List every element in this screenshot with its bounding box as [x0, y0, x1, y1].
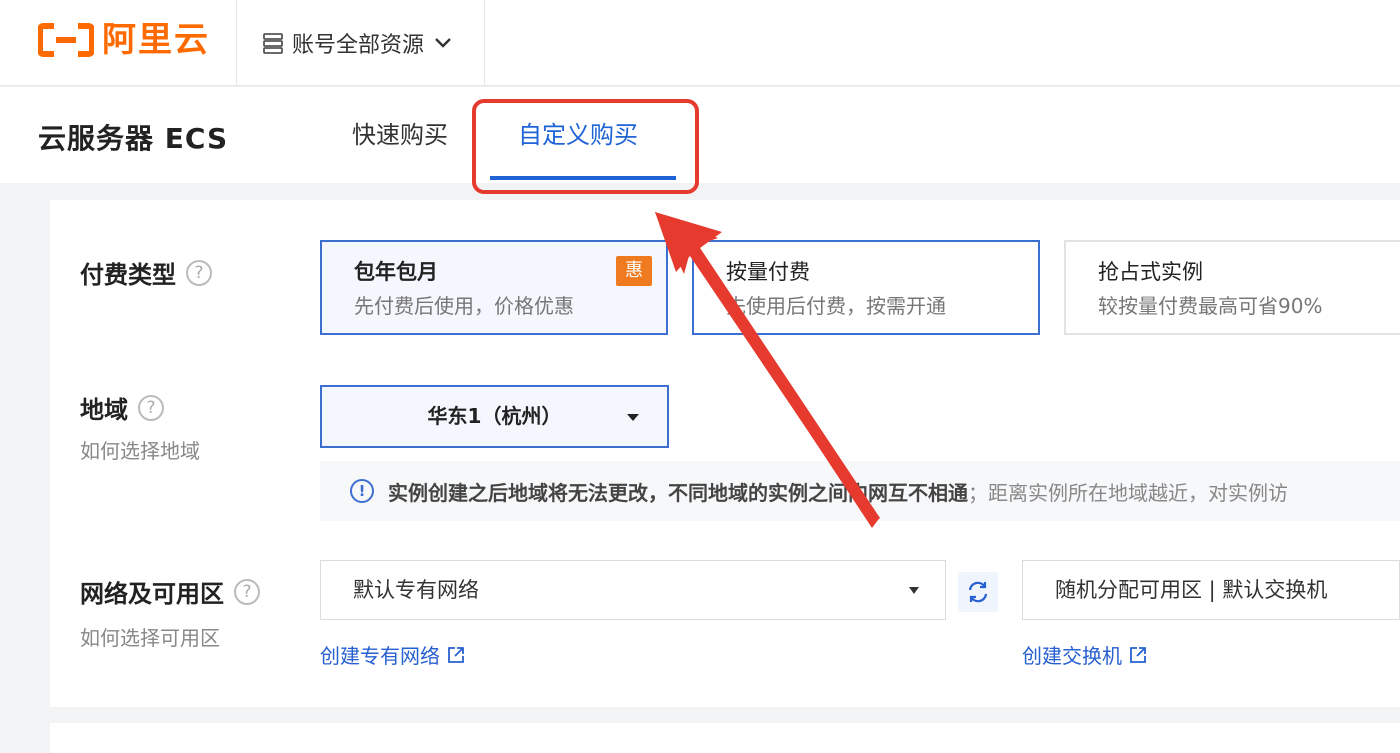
caret-down-icon: [627, 414, 639, 421]
top-bar: 阿里云 账号全部资源: [0, 0, 1400, 86]
region-help-link[interactable]: 如何选择地域: [80, 435, 200, 464]
billing-option-desc: 先使用后付费，按需开通: [726, 294, 946, 318]
create-vpc-text: 创建专有网络: [320, 644, 440, 668]
page-title: 云服务器 ECS: [38, 122, 229, 155]
aliyun-logo[interactable]: 阿里云: [38, 20, 210, 60]
account-resource-switcher[interactable]: 账号全部资源: [262, 28, 460, 58]
region-select[interactable]: 华东1（杭州）: [320, 385, 669, 448]
aliyun-logo-icon: [38, 23, 94, 57]
zone-help-link[interactable]: 如何选择可用区: [80, 622, 220, 651]
vpc-selected-value: 默认专有网络: [353, 578, 479, 602]
billing-option-pay-as-you-go[interactable]: 按量付费 先使用后付费，按需开通: [692, 240, 1040, 335]
zone-selected-value: 随机分配可用区 | 默认交换机: [1055, 578, 1328, 602]
region-label: 地域 ?: [80, 390, 164, 425]
help-icon[interactable]: ?: [234, 578, 260, 605]
config-panel: 付费类型 ? 包年包月 先付费后使用，价格优惠 惠 按量付费 先使用后付费，按需…: [50, 200, 1400, 707]
product-header: 云服务器 ECS 快速购买 自定义购买: [0, 87, 1400, 183]
caret-down-icon: [909, 587, 919, 594]
create-vpc-link[interactable]: 创建专有网络: [320, 640, 466, 669]
external-link-icon: [1130, 646, 1146, 663]
tab-quick-buy[interactable]: 快速购买: [352, 119, 448, 151]
billing-option-title: 按量付费: [726, 260, 810, 284]
create-switch-link[interactable]: 创建交换机: [1022, 640, 1148, 669]
account-scope-label: 账号全部资源: [292, 33, 425, 58]
billing-option-title: 抢占式实例: [1098, 260, 1203, 284]
vpc-select[interactable]: 默认专有网络: [320, 560, 946, 620]
chevron-down-icon: [435, 38, 451, 48]
billing-option-spot[interactable]: 抢占式实例 较按量付费最高可省90%: [1064, 240, 1400, 335]
billing-option-desc: 先付费后使用，价格优惠: [354, 294, 574, 318]
help-icon[interactable]: ?: [138, 394, 164, 421]
refresh-icon: [968, 581, 988, 603]
notice-text: ；距离实例所在地域越近，对实例访: [968, 480, 1288, 505]
external-link-icon: [448, 646, 464, 663]
create-switch-text: 创建交换机: [1022, 644, 1122, 668]
region-selected-value: 华东1（杭州）: [427, 404, 562, 428]
divider: [484, 0, 485, 86]
billing-option-subscription[interactable]: 包年包月 先付费后使用，价格优惠 惠: [320, 240, 668, 335]
info-icon: !: [350, 479, 374, 503]
next-section-panel: [50, 723, 1400, 753]
network-zone-label: 网络及可用区 ?: [80, 574, 260, 609]
divider: [236, 0, 237, 86]
billing-type-text: 付费类型: [80, 261, 176, 289]
zone-switch-select[interactable]: 随机分配可用区 | 默认交换机: [1022, 560, 1400, 620]
notice-text-strong: 实例创建之后地域将无法更改，不同地域的实例之间内网互不相通: [388, 480, 968, 505]
annotation-highlight-box: [472, 99, 699, 194]
billing-type-label: 付费类型 ?: [80, 255, 212, 290]
region-text: 地域: [80, 396, 128, 424]
network-zone-text: 网络及可用区: [80, 580, 224, 608]
logo-text: 阿里云: [102, 20, 210, 60]
server-stack-icon: [263, 33, 283, 54]
discount-badge: 惠: [616, 256, 652, 286]
refresh-button[interactable]: [958, 572, 998, 612]
billing-option-desc: 较按量付费最高可省90%: [1098, 294, 1323, 318]
region-notice: ! 实例创建之后地域将无法更改，不同地域的实例之间内网互不相通 ；距离实例所在地…: [320, 461, 1400, 521]
help-icon[interactable]: ?: [186, 259, 212, 286]
